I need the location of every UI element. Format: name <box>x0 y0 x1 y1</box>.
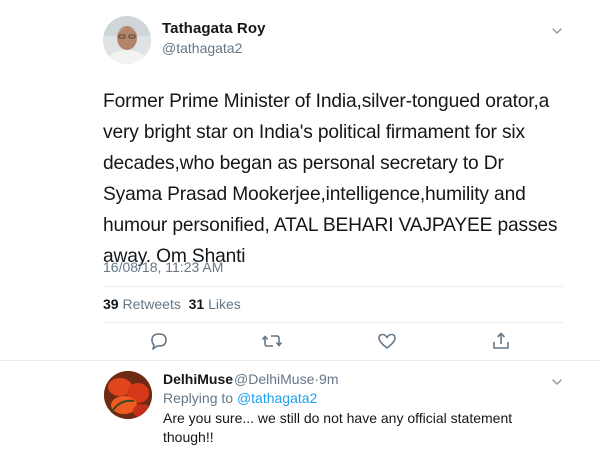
tweet-text: Former Prime Minister of India,silver-to… <box>103 91 558 267</box>
reply-button[interactable] <box>148 331 170 351</box>
chevron-down-icon[interactable] <box>551 375 563 387</box>
reply-author-handle[interactable]: @DelhiMuse <box>234 371 314 387</box>
retweets-label: Retweets <box>122 296 181 312</box>
retweet-button[interactable] <box>261 331 283 351</box>
reply-author-name[interactable]: DelhiMuse <box>163 371 233 387</box>
share-button[interactable] <box>490 331 512 351</box>
replying-handle-link[interactable]: @tathagata2 <box>237 390 317 406</box>
likes-stat[interactable]: 31 Likes <box>189 296 241 312</box>
avatar-portrait <box>103 16 151 64</box>
share-icon <box>493 332 509 349</box>
replying-prefix: Replying to <box>163 390 234 406</box>
author-name[interactable]: Tathagata Roy <box>162 20 266 37</box>
retweets-count: 39 <box>103 296 119 312</box>
author-avatar[interactable] <box>103 16 151 64</box>
divider <box>103 286 563 287</box>
chevron-down-icon[interactable] <box>551 24 563 36</box>
likes-label: Likes <box>208 296 241 312</box>
divider <box>103 322 563 323</box>
likes-count: 31 <box>188 296 205 312</box>
reply-icon <box>151 333 167 350</box>
avatar-flowers <box>104 371 152 419</box>
retweets-stat[interactable]: 39 Retweets <box>103 296 181 312</box>
reply-meta: @DelhiMuse·9m <box>234 371 338 387</box>
like-button[interactable] <box>376 331 398 351</box>
reply-avatar[interactable] <box>104 371 152 419</box>
like-icon <box>378 333 396 349</box>
replying-to: Replying to @tathagata2 <box>163 390 317 406</box>
reply-text: Are you sure... we still do not have any… <box>163 410 513 445</box>
divider <box>0 360 600 361</box>
author-handle[interactable]: @tathagata2 <box>162 40 242 56</box>
retweet-icon <box>261 335 283 347</box>
reply-time[interactable]: 9m <box>319 371 338 387</box>
tweet-stats: 39 Retweets 31 Likes <box>103 296 241 312</box>
tweet-timestamp[interactable]: 16/08/18, 11:23 AM <box>103 259 223 275</box>
